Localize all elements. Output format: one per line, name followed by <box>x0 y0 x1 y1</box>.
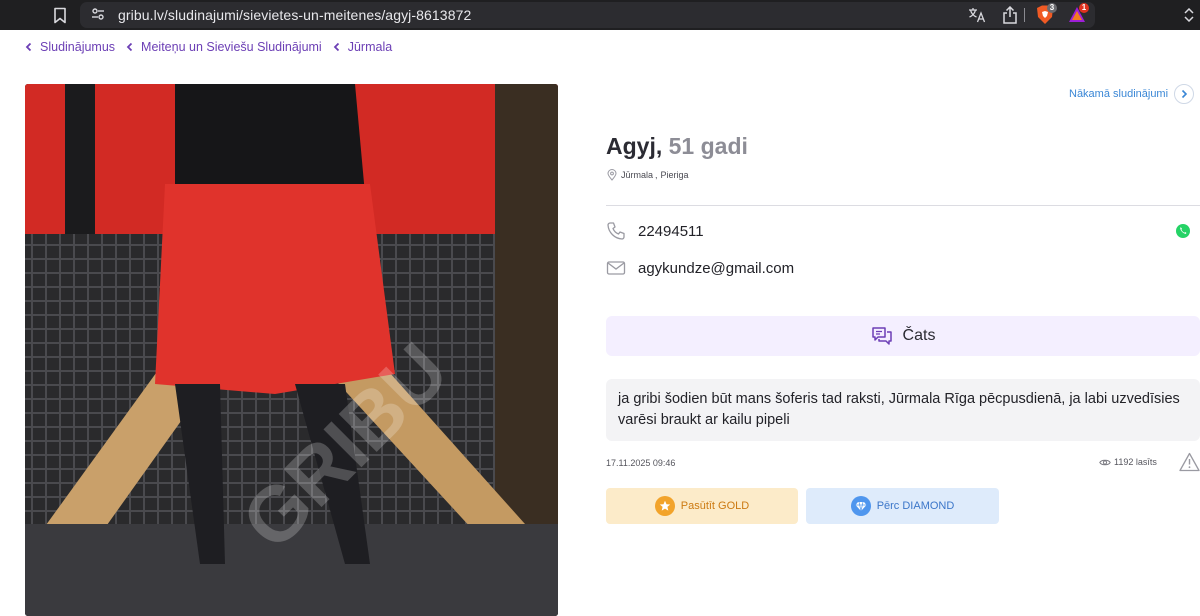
section-divider <box>606 205 1200 206</box>
site-settings-icon[interactable] <box>90 6 106 22</box>
view-count-label: 1192 lasīts <box>1114 457 1157 467</box>
toolbar-divider <box>1024 8 1025 22</box>
location: Jūrmala , Pieriga <box>606 169 689 181</box>
breadcrumb-label: Meiteņu un Sieviešu Sludinājumi <box>141 40 322 54</box>
diamond-icon <box>850 496 871 516</box>
chevron-left-icon <box>333 42 339 52</box>
sidepanel-icon[interactable] <box>1180 5 1198 25</box>
warning-icon[interactable] <box>1179 452 1200 472</box>
phone-number[interactable]: 22494511 <box>638 223 704 240</box>
bookmark-icon[interactable] <box>50 5 70 25</box>
star-icon <box>654 496 675 516</box>
profile-age: 51 gadi <box>668 133 748 159</box>
chevron-left-icon <box>126 42 133 52</box>
location-region: Pieriga <box>660 170 689 180</box>
listing-description: ja gribi šodien būt mans šoferis tad rak… <box>606 379 1200 441</box>
posted-date: 17.11.2025 09:46 <box>606 458 676 468</box>
rewards-badge: 1 <box>1079 3 1089 13</box>
location-pin-icon <box>607 169 617 181</box>
location-separator: , <box>655 170 658 180</box>
share-icon[interactable] <box>1001 5 1019 25</box>
chat-label: Čats <box>902 327 936 344</box>
translate-icon[interactable] <box>968 6 986 24</box>
location-city: Jūrmala <box>621 170 654 180</box>
profile-name: Agyj, <box>606 133 663 159</box>
url-text[interactable]: gribu.lv/sludinajumi/sievietes-un-meiten… <box>118 7 471 23</box>
listing-photo[interactable]: GRIBU <box>25 84 558 616</box>
chevron-left-icon <box>25 42 32 52</box>
gold-label: Pasūtīt GOLD <box>680 500 750 512</box>
shields-badge: 3 <box>1047 3 1057 13</box>
profile-title: Agyj, 51 gadi <box>606 133 748 160</box>
chat-icon <box>871 327 892 345</box>
eye-icon <box>1099 459 1111 465</box>
next-listing-link[interactable]: Nākamā sludinājumi <box>1069 84 1195 104</box>
phone-row[interactable]: 22494511 <box>606 221 704 241</box>
browser-toolbar: gribu.lv/sludinajumi/sievietes-un-meiten… <box>0 0 1200 30</box>
breadcrumb-label: Jūrmala <box>347 40 393 54</box>
view-count: 1192 lasīts <box>1099 457 1157 467</box>
diamond-label: Pērc DIAMOND <box>876 500 955 512</box>
breadcrumb: Sludinājumus Meiteņu un Sieviešu Sludinā… <box>24 39 402 55</box>
mail-icon <box>606 258 628 278</box>
order-gold-button[interactable]: Pasūtīt GOLD <box>606 488 798 524</box>
phone-icon <box>606 221 628 241</box>
breadcrumb-item-category[interactable]: Meiteņu un Sieviešu Sludinājumi <box>125 40 322 54</box>
email-address[interactable]: agykundze@gmail.com <box>638 260 794 277</box>
whatsapp-icon[interactable] <box>1175 223 1191 239</box>
chevron-right-icon <box>1174 84 1195 104</box>
next-listing-label: Nākamā sludinājumi <box>1069 88 1169 100</box>
buy-diamond-button[interactable]: Pērc DIAMOND <box>806 488 999 524</box>
chat-button[interactable]: Čats <box>606 316 1200 356</box>
breadcrumb-label: Sludinājumus <box>40 40 116 54</box>
breadcrumb-item-sludinajumus[interactable]: Sludinājumus <box>24 40 115 54</box>
breadcrumb-item-city[interactable]: Jūrmala <box>332 40 392 54</box>
email-row[interactable]: agykundze@gmail.com <box>606 258 794 278</box>
